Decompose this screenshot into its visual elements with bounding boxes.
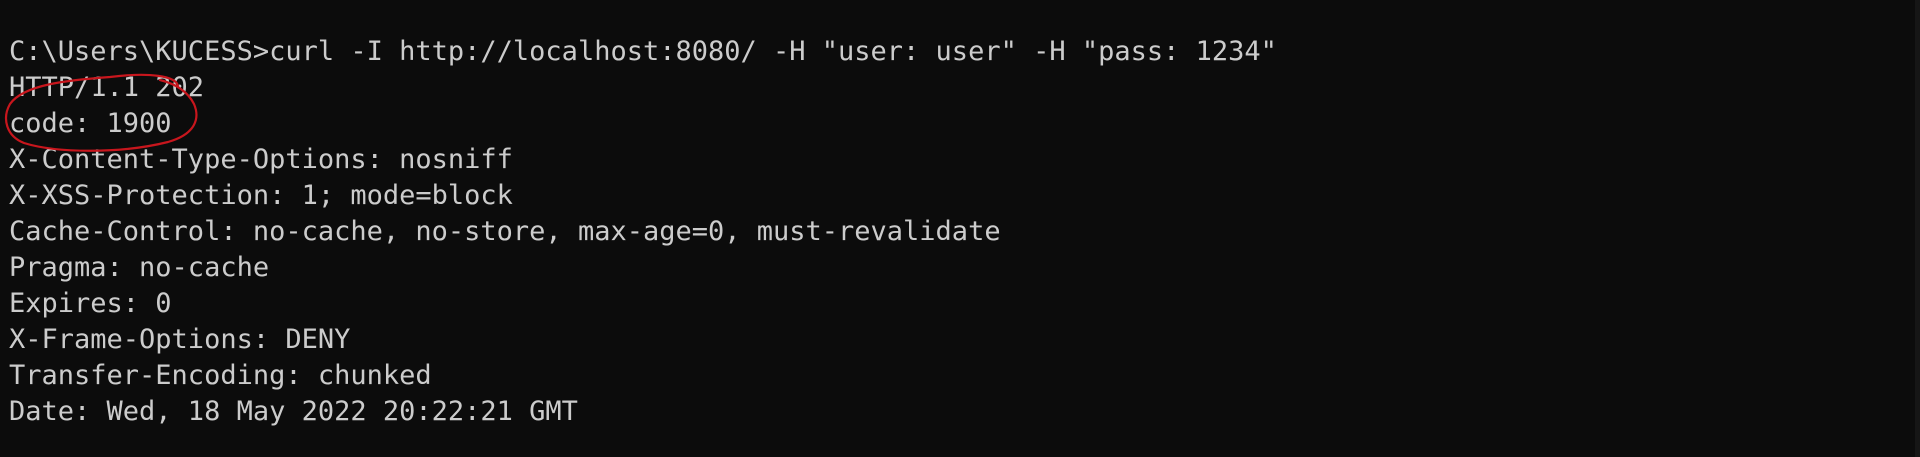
header-line-expires: Expires: 0 [9,288,172,319]
header-line-cache-control: Cache-Control: no-cache, no-store, max-a… [9,216,1001,247]
scrollbar[interactable] [1915,0,1920,457]
header-line-pragma: Pragma: no-cache [9,252,270,283]
status-line: HTTP/1.1 202 [9,72,205,103]
header-line-content-type-options: X-Content-Type-Options: nosniff [9,144,513,175]
command-line: C:\Users\KUCESS>curl -I http://localhost… [9,36,1277,67]
header-line-transfer-encoding: Transfer-Encoding: chunked [9,360,432,391]
header-line-code: code: 1900 [9,108,172,139]
header-line-xss-protection: X-XSS-Protection: 1; mode=block [9,180,513,211]
header-line-frame-options: X-Frame-Options: DENY [9,324,351,355]
terminal-window[interactable]: C:\Users\KUCESS>curl -I http://localhost… [0,0,1920,457]
header-line-date: Date: Wed, 18 May 2022 20:22:21 GMT [9,396,578,427]
